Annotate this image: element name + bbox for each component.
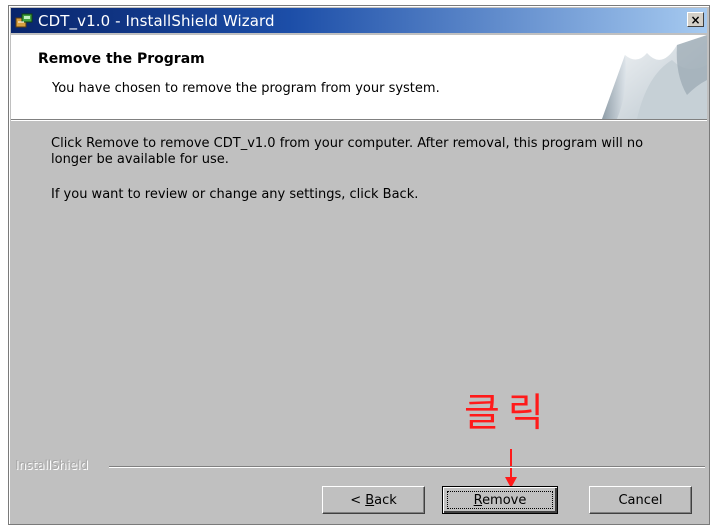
back-button[interactable]: < Back — [322, 486, 425, 514]
remove-button[interactable]: Remove — [442, 486, 558, 514]
footer-separator — [109, 466, 705, 468]
back-button-label: < Back — [350, 492, 397, 508]
page-title: Remove the Program — [38, 51, 205, 67]
page-curl-graphic — [577, 35, 707, 119]
installshield-wizard-window: CDT_v1.0 - InstallShield Wizard × Remove… — [8, 5, 710, 525]
page-subtitle: You have chosen to remove the program fr… — [52, 81, 440, 96]
back-hint-paragraph: If you want to review or change any sett… — [51, 187, 419, 202]
close-icon: × — [690, 12, 701, 27]
installshield-brand: InstallShield — [15, 458, 89, 472]
cancel-button-label: Cancel — [618, 492, 663, 508]
cancel-button[interactable]: Cancel — [589, 486, 692, 514]
title-bar[interactable]: CDT_v1.0 - InstallShield Wizard × — [11, 8, 707, 33]
installer-icon — [15, 13, 33, 29]
close-button[interactable]: × — [687, 12, 704, 27]
instruction-paragraph: Click Remove to remove CDT_v1.0 from you… — [51, 136, 644, 167]
remove-button-label: Remove — [473, 492, 527, 508]
click-annotation: 클릭 — [464, 391, 552, 436]
down-arrow-icon — [505, 449, 517, 488]
header-panel: Remove the Program You have chosen to re… — [11, 35, 707, 120]
window-title: CDT_v1.0 - InstallShield Wizard — [38, 11, 275, 30]
